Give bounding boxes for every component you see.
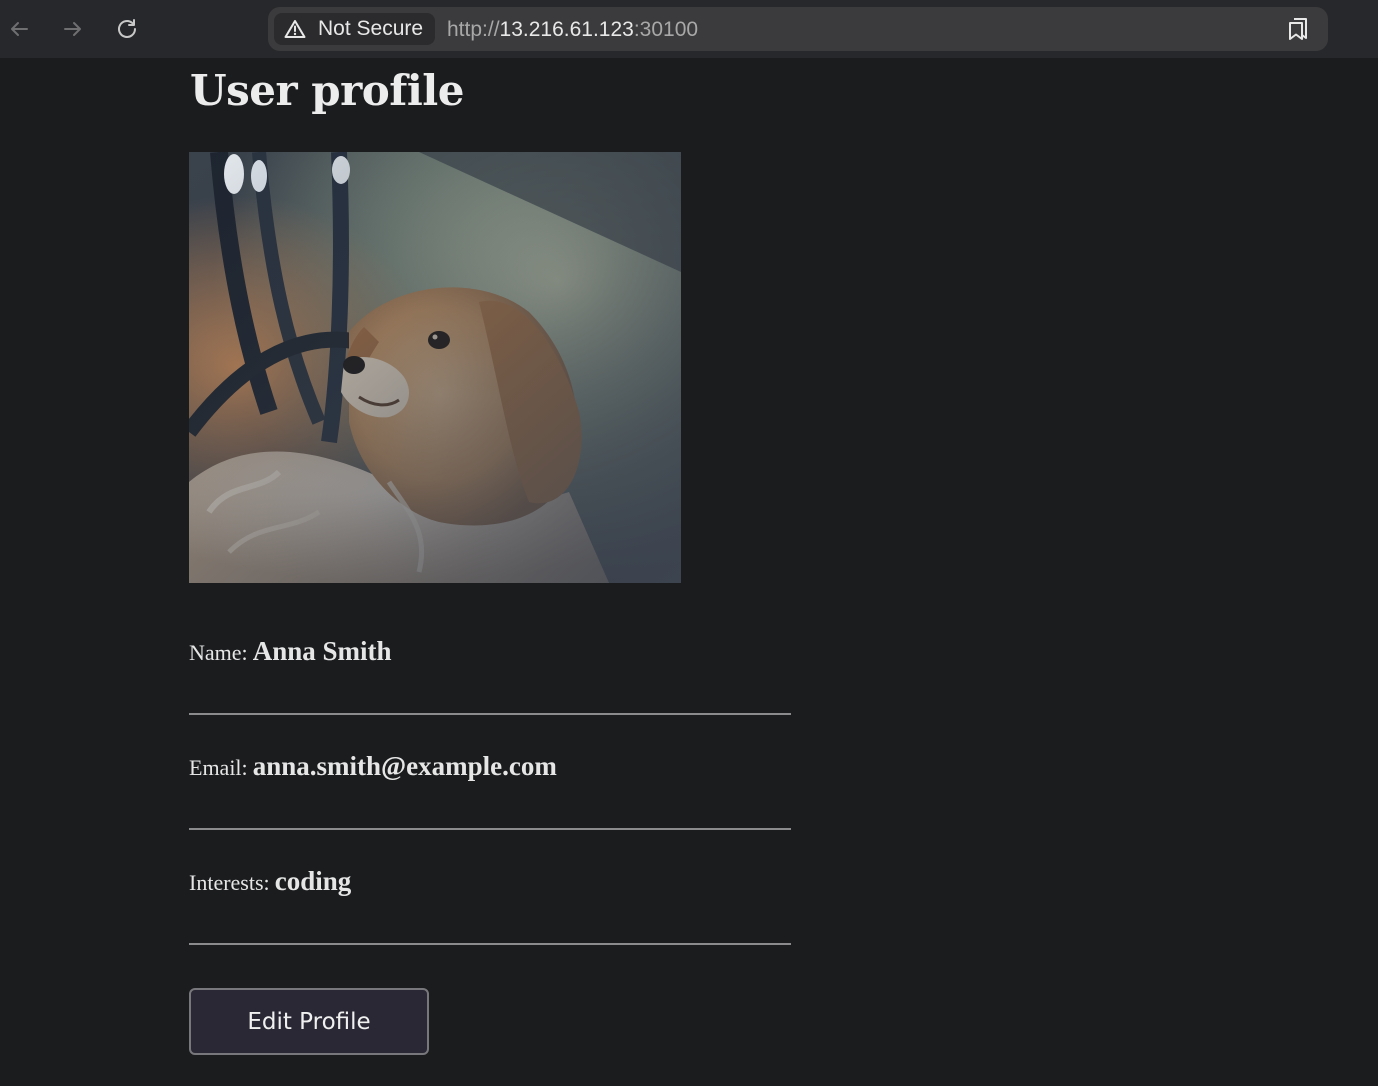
bookmarks-button[interactable] bbox=[1286, 17, 1310, 41]
warning-icon bbox=[284, 19, 306, 39]
url-host: 13.216.61.123 bbox=[499, 18, 634, 41]
url-text[interactable]: http://13.216.61.123:30100 bbox=[447, 7, 698, 51]
reload-button[interactable] bbox=[112, 14, 142, 44]
email-value: anna.smith@example.com bbox=[252, 751, 557, 781]
interests-label: Interests: bbox=[189, 870, 270, 895]
bookmarks-icon bbox=[1289, 18, 1307, 40]
back-button[interactable] bbox=[4, 14, 34, 44]
name-field: Name: Anna Smith bbox=[189, 600, 791, 715]
edit-profile-button[interactable]: Edit Profile bbox=[189, 988, 429, 1055]
interests-row: Interests: coding bbox=[189, 866, 351, 897]
browser-toolbar: Not Secure http://13.216.61.123:30100 bbox=[0, 0, 1378, 58]
address-bar[interactable]: Not Secure http://13.216.61.123:30100 bbox=[268, 7, 1328, 51]
arrow-left-icon bbox=[11, 22, 28, 36]
url-scheme: http:// bbox=[447, 18, 500, 41]
email-field: Email: anna.smith@example.com bbox=[189, 715, 791, 830]
name-value: Anna Smith bbox=[252, 636, 392, 666]
name-row: Name: Anna Smith bbox=[189, 636, 392, 667]
security-indicator[interactable]: Not Secure bbox=[274, 13, 436, 45]
interests-value: coding bbox=[274, 866, 352, 896]
url-port: :30100 bbox=[633, 18, 699, 41]
arrow-right-icon bbox=[64, 22, 81, 36]
name-label: Name: bbox=[189, 640, 248, 665]
profile-photo bbox=[189, 152, 681, 583]
forward-button[interactable] bbox=[58, 14, 88, 44]
security-label: Not Secure bbox=[318, 17, 424, 40]
reload-icon bbox=[118, 19, 136, 38]
interests-field: Interests: coding bbox=[189, 830, 791, 945]
page-title: User profile bbox=[190, 66, 464, 115]
email-label: Email: bbox=[189, 755, 248, 780]
email-row: Email: anna.smith@example.com bbox=[189, 751, 557, 782]
